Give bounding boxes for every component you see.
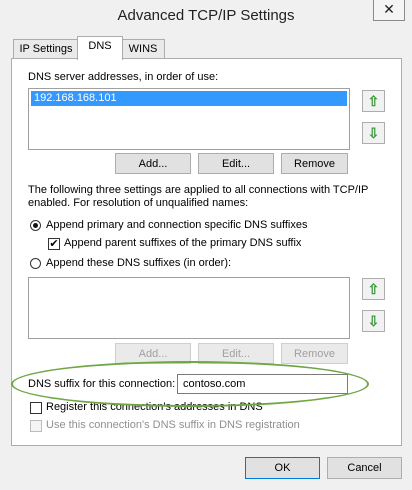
add-suffix-button[interactable]: Add... [115,343,191,364]
dns-servers-label: DNS server addresses, in order of use: [28,71,219,83]
append-parent-checkbox[interactable]: ✔ [48,238,60,250]
arrow-down-icon: ⇩ [367,125,380,141]
move-down-button[interactable]: ⇩ [362,122,385,144]
edit-suffix-button[interactable]: Edit... [198,343,274,364]
move-up-button[interactable]: ⇧ [362,90,385,112]
tab-wins[interactable]: WINS [121,39,165,59]
conn-suffix-label: DNS suffix for this connection: [28,378,176,390]
remove-suffix-button[interactable]: Remove [281,343,348,364]
use-suffix-label: Use this connection's DNS suffix in DNS … [46,419,300,431]
append-primary-label: Append primary and connection specific D… [46,219,308,231]
window-title: Advanced TCP/IP Settings [117,7,295,24]
suffix-move-up-button[interactable]: ⇧ [362,278,385,300]
append-these-label: Append these DNS suffixes (in order): [46,257,232,269]
use-suffix-checkbox[interactable] [30,420,42,432]
tab-label: WINS [128,43,158,55]
arrow-up-icon: ⇧ [367,281,380,297]
arrow-up-icon: ⇧ [367,93,380,109]
register-addresses-label: Register this connection's addresses in … [46,401,263,413]
suffix-move-down-button[interactable]: ⇩ [362,310,385,332]
info-text-line2: enabled. For resolution of unqualified n… [28,197,249,209]
tab-ip-settings[interactable]: IP Settings [13,39,79,59]
tab-label: IP Settings [19,43,73,55]
cancel-button[interactable]: Cancel [327,457,402,479]
close-icon: ✕ [383,1,395,17]
edit-server-button[interactable]: Edit... [198,153,274,174]
add-server-button[interactable]: Add... [115,153,191,174]
checkmark-icon: ✔ [49,238,59,250]
register-addresses-checkbox[interactable] [30,402,42,414]
ok-button[interactable]: OK [245,457,320,479]
info-text-line1: The following three settings are applied… [28,184,369,196]
tab-label: DNS [88,40,112,52]
conn-suffix-input[interactable]: contoso.com [177,374,348,394]
dns-suffixes-list[interactable] [28,277,350,339]
dns-tab-panel: DNS server addresses, in order of use: 1… [11,58,402,446]
title-bar: Advanced TCP/IP Settings ✕ [0,0,412,32]
append-these-radio[interactable] [30,258,41,269]
close-button[interactable]: ✕ [373,0,405,21]
arrow-down-icon: ⇩ [367,313,380,329]
tab-dns[interactable]: DNS [77,36,123,60]
radio-selected-dot [33,223,38,228]
append-primary-radio[interactable] [30,220,41,231]
remove-server-button[interactable]: Remove [281,153,348,174]
dns-servers-list[interactable]: 192.168.168.101 [28,88,350,150]
append-parent-label: Append parent suffixes of the primary DN… [64,237,302,249]
list-item[interactable]: 192.168.168.101 [31,91,347,106]
